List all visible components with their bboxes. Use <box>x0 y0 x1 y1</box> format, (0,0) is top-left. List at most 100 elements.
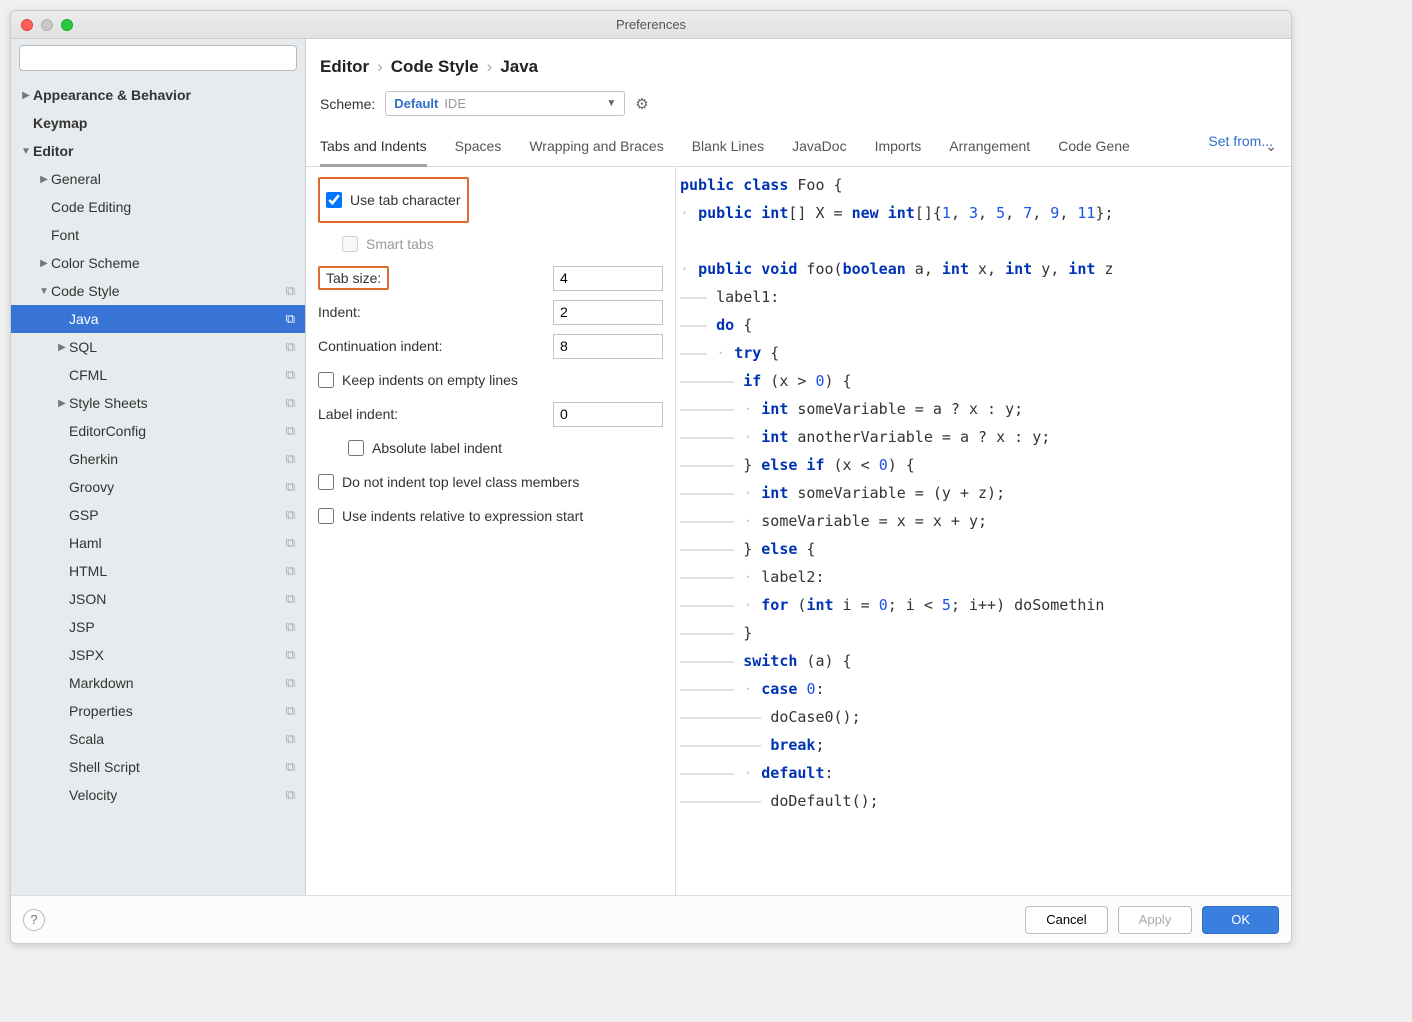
cont-indent-label: Continuation indent: <box>318 338 443 354</box>
tree-item-label: Editor <box>33 143 299 159</box>
tree-item-haml[interactable]: Haml⧉ <box>11 529 305 557</box>
apply-button: Apply <box>1118 906 1193 934</box>
stack-icon: ⧉ <box>286 759 295 775</box>
tab-tabs-and-indents[interactable]: Tabs and Indents <box>320 132 427 167</box>
tree-item-label: Velocity <box>69 787 286 803</box>
stack-icon: ⧉ <box>286 563 295 579</box>
tab-wrapping-and-braces[interactable]: Wrapping and Braces <box>529 132 663 166</box>
stack-icon: ⧉ <box>286 535 295 551</box>
caret-icon: ▶ <box>37 258 51 269</box>
tree-item-groovy[interactable]: Groovy⧉ <box>11 473 305 501</box>
tree-item-markdown[interactable]: Markdown⧉ <box>11 669 305 697</box>
keep-empty-label: Keep indents on empty lines <box>342 372 518 388</box>
stack-icon: ⧉ <box>286 787 295 803</box>
search-input[interactable] <box>19 45 297 71</box>
tab-code-gene[interactable]: Code Gene <box>1058 132 1130 166</box>
settings-tree[interactable]: ▶Appearance & BehaviorKeymap▼Editor▶Gene… <box>11 77 305 895</box>
tab-blank-lines[interactable]: Blank Lines <box>692 132 764 166</box>
tree-item-color-scheme[interactable]: ▶Color Scheme <box>11 249 305 277</box>
tree-item-html[interactable]: HTML⧉ <box>11 557 305 585</box>
tree-item-label: Shell Script <box>69 759 286 775</box>
indent-label: Indent: <box>318 304 361 320</box>
use-tab-label: Use tab character <box>350 192 461 208</box>
tab-size-input[interactable] <box>553 266 663 291</box>
tree-item-gsp[interactable]: GSP⧉ <box>11 501 305 529</box>
abs-label-checkbox[interactable] <box>348 440 364 456</box>
breadcrumb: Editor › Code Style › Java <box>306 39 1291 87</box>
scheme-label: Scheme: <box>320 96 375 112</box>
tree-item-appearance-behavior[interactable]: ▶Appearance & Behavior <box>11 81 305 109</box>
stack-icon: ⧉ <box>286 703 295 719</box>
tree-item-label: GSP <box>69 507 286 523</box>
tree-item-label: JSP <box>69 619 286 635</box>
tree-item-java[interactable]: Java⧉ <box>11 305 305 333</box>
stack-icon: ⧉ <box>286 675 295 691</box>
tree-item-label: Keymap <box>33 115 299 131</box>
tree-item-properties[interactable]: Properties⧉ <box>11 697 305 725</box>
tree-item-label: Code Style <box>51 283 286 299</box>
caret-icon: ▶ <box>19 90 33 101</box>
tree-item-json[interactable]: JSON⧉ <box>11 585 305 613</box>
tree-item-style-sheets[interactable]: ▶Style Sheets⧉ <box>11 389 305 417</box>
tree-item-label: Properties <box>69 703 286 719</box>
rel-expr-checkbox[interactable] <box>318 508 334 524</box>
tree-item-jsp[interactable]: JSP⧉ <box>11 613 305 641</box>
use-tab-checkbox[interactable] <box>326 192 342 208</box>
tree-item-jspx[interactable]: JSPX⧉ <box>11 641 305 669</box>
gear-icon[interactable]: ⚙ <box>635 95 648 113</box>
window-title: Preferences <box>11 17 1291 32</box>
sidebar: Q▾ ▶Appearance & BehaviorKeymap▼Editor▶G… <box>11 39 306 895</box>
crumb-codestyle[interactable]: Code Style <box>391 57 479 77</box>
tabs-bar: Tabs and Indents Spaces Wrapping and Brace… <box>306 132 1291 167</box>
tree-item-label: JSPX <box>69 647 286 663</box>
tab-javadoc[interactable]: JavaDoc <box>792 132 846 166</box>
tree-item-editorconfig[interactable]: EditorConfig⧉ <box>11 417 305 445</box>
caret-icon: ▶ <box>37 174 51 185</box>
label-indent-input[interactable] <box>553 402 663 427</box>
cont-indent-input[interactable] <box>553 334 663 359</box>
tree-item-label: Groovy <box>69 479 286 495</box>
ok-button[interactable]: OK <box>1202 906 1279 934</box>
crumb-editor[interactable]: Editor <box>320 57 369 77</box>
tree-item-general[interactable]: ▶General <box>11 165 305 193</box>
no-top-indent-label: Do not indent top level class members <box>342 474 579 490</box>
tree-item-label: Style Sheets <box>69 395 286 411</box>
smart-tabs-checkbox <box>342 236 358 252</box>
tab-imports[interactable]: Imports <box>875 132 922 166</box>
tree-item-label: Code Editing <box>51 199 299 215</box>
stack-icon: ⧉ <box>286 451 295 467</box>
stack-icon: ⧉ <box>286 339 295 355</box>
caret-icon: ▶ <box>55 342 69 353</box>
scheme-dropdown[interactable]: DefaultIDE ▼ <box>385 91 625 116</box>
tree-item-shell-script[interactable]: Shell Script⧉ <box>11 753 305 781</box>
tree-item-keymap[interactable]: Keymap <box>11 109 305 137</box>
options-panel: Use tab character Smart tabs Tab size: <box>306 167 676 895</box>
tree-item-cfml[interactable]: CFML⧉ <box>11 361 305 389</box>
caret-icon: ▶ <box>55 398 69 409</box>
crumb-java: Java <box>500 57 538 77</box>
tree-item-code-editing[interactable]: Code Editing <box>11 193 305 221</box>
keep-empty-checkbox[interactable] <box>318 372 334 388</box>
tree-item-velocity[interactable]: Velocity⧉ <box>11 781 305 809</box>
tabs-overflow-icon[interactable]: ⌄ <box>1265 132 1277 166</box>
cancel-button[interactable]: Cancel <box>1025 906 1107 934</box>
abs-label-label: Absolute label indent <box>372 440 502 456</box>
tree-item-editor[interactable]: ▼Editor <box>11 137 305 165</box>
stack-icon: ⧉ <box>286 731 295 747</box>
tree-item-sql[interactable]: ▶SQL⧉ <box>11 333 305 361</box>
tree-item-font[interactable]: Font <box>11 221 305 249</box>
stack-icon: ⧉ <box>286 367 295 383</box>
no-top-indent-checkbox[interactable] <box>318 474 334 490</box>
tab-spaces[interactable]: Spaces <box>455 132 502 166</box>
help-icon[interactable]: ? <box>23 909 45 931</box>
tree-item-label: General <box>51 171 299 187</box>
tree-item-label: JSON <box>69 591 286 607</box>
tab-arrangement[interactable]: Arrangement <box>949 132 1030 166</box>
tree-item-label: CFML <box>69 367 286 383</box>
tree-item-code-style[interactable]: ▼Code Style⧉ <box>11 277 305 305</box>
smart-tabs-label: Smart tabs <box>366 236 434 252</box>
tree-item-gherkin[interactable]: Gherkin⧉ <box>11 445 305 473</box>
tree-item-scala[interactable]: Scala⧉ <box>11 725 305 753</box>
indent-input[interactable] <box>553 300 663 325</box>
tree-item-label: Color Scheme <box>51 255 299 271</box>
